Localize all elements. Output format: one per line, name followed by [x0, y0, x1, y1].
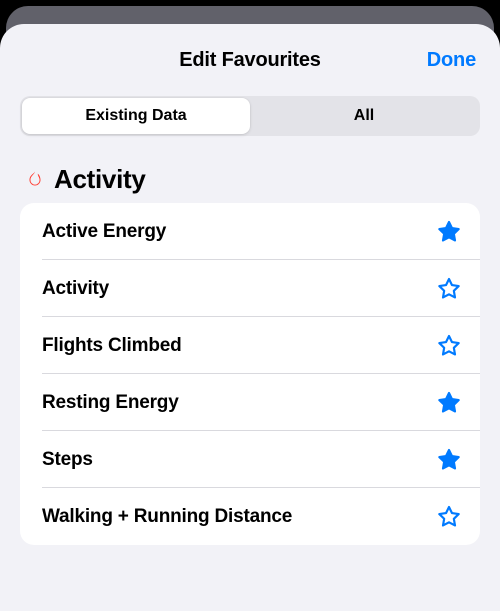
star-filled-icon[interactable]: [436, 219, 462, 245]
star-outline-icon[interactable]: [436, 333, 462, 359]
section-header-activity: Activity: [0, 136, 500, 203]
segmented-control: Existing Data All: [20, 96, 480, 136]
activity-list: Active Energy Activity Flights Climbed Rest…: [20, 203, 480, 545]
star-filled-icon[interactable]: [436, 447, 462, 473]
flame-icon: [24, 169, 46, 191]
edit-favourites-sheet: Edit Favourites Done Existing Data All A…: [0, 24, 500, 611]
list-item[interactable]: Resting Energy: [20, 374, 480, 431]
list-item-label: Flights Climbed: [42, 335, 182, 357]
list-item-label: Resting Energy: [42, 392, 179, 414]
done-button[interactable]: Done: [427, 24, 476, 96]
list-item[interactable]: Walking + Running Distance: [20, 488, 480, 545]
list-item-label: Active Energy: [42, 221, 166, 243]
star-outline-icon[interactable]: [436, 504, 462, 530]
star-outline-icon[interactable]: [436, 276, 462, 302]
list-item[interactable]: Flights Climbed: [20, 317, 480, 374]
list-item[interactable]: Active Energy: [20, 203, 480, 260]
list-item[interactable]: Activity: [20, 260, 480, 317]
nav-bar: Edit Favourites Done: [0, 24, 500, 96]
segment-existing-data[interactable]: Existing Data: [22, 98, 250, 134]
list-item-label: Walking + Running Distance: [42, 506, 292, 528]
page-title: Edit Favourites: [179, 49, 320, 72]
segment-all[interactable]: All: [250, 98, 478, 134]
star-filled-icon[interactable]: [436, 390, 462, 416]
list-item[interactable]: Steps: [20, 431, 480, 488]
list-item-label: Steps: [42, 449, 93, 471]
list-item-label: Activity: [42, 278, 109, 300]
section-title-activity: Activity: [54, 164, 146, 195]
